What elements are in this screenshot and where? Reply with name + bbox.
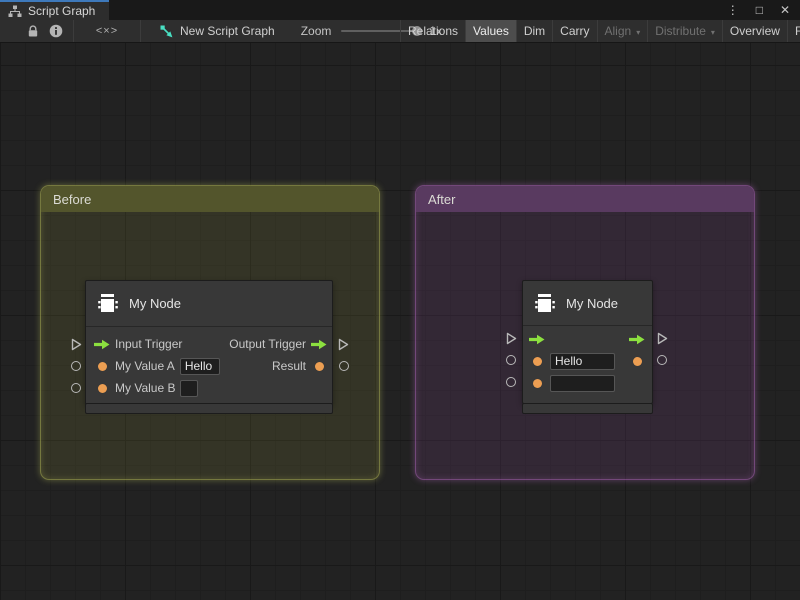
external-control-output-port-icon[interactable] — [656, 332, 668, 350]
node-header[interactable]: My Node — [523, 281, 652, 326]
toolbar-buttons: Relations Values Dim Carry Align▾ Distri… — [400, 20, 800, 42]
control-input-port-icon[interactable] — [94, 339, 110, 350]
value-a-port-row — [523, 350, 652, 372]
zoom-label: Zoom — [301, 24, 332, 38]
carry-button[interactable]: Carry — [552, 20, 596, 42]
control-input-port-icon[interactable] — [529, 334, 545, 345]
value-b-field[interactable] — [180, 380, 198, 397]
maximize-icon[interactable]: □ — [756, 4, 763, 16]
result-label: Result — [272, 359, 306, 373]
external-control-input-port-icon[interactable] — [505, 332, 517, 350]
relations-button[interactable]: Relations — [400, 20, 465, 42]
value-input-port-icon[interactable] — [529, 379, 545, 388]
external-value-input-port-icon[interactable] — [71, 361, 81, 371]
group-after-title: After — [428, 192, 455, 207]
chevron-down-icon: ▾ — [636, 28, 640, 37]
window-controls: ⋮ □ ✕ — [727, 0, 800, 20]
close-icon[interactable]: ✕ — [780, 4, 790, 16]
unit-icon — [533, 293, 557, 314]
fullscreen-button[interactable]: Full Screen — [787, 20, 800, 42]
node-my-node-after[interactable]: My Node — [522, 280, 653, 404]
value-input-port-icon[interactable] — [529, 357, 545, 366]
node-body: Input Trigger Output Trigger My Value A … — [86, 327, 332, 404]
graph-hierarchy-icon — [8, 5, 22, 18]
value-input-port-icon[interactable] — [94, 362, 110, 371]
output-trigger-label: Output Trigger — [229, 337, 306, 351]
trigger-port-row — [523, 328, 652, 350]
value-a-field[interactable] — [550, 353, 615, 370]
chevron-down-icon: ▾ — [711, 28, 715, 37]
value-output-port-icon[interactable] — [311, 362, 327, 371]
code-view-toggle[interactable]: <×> — [84, 25, 130, 37]
node-header[interactable]: My Node — [86, 281, 332, 327]
values-button[interactable]: Values — [465, 20, 516, 42]
distribute-dropdown[interactable]: Distribute▾ — [647, 20, 722, 42]
external-value-input-port-icon[interactable] — [506, 377, 516, 387]
toolbar-separator — [140, 20, 141, 42]
toolbar-separator — [73, 20, 74, 42]
trigger-port-row: Input Trigger Output Trigger — [86, 333, 332, 355]
tab-script-graph[interactable]: Script Graph — [0, 0, 109, 20]
group-before-header[interactable]: Before — [41, 186, 379, 212]
graph-toolbar: <×> New Script Graph Zoom 1x Relations V… — [0, 20, 800, 43]
value-output-port-icon[interactable] — [629, 357, 645, 366]
value-input-port-icon[interactable] — [94, 384, 110, 393]
node-title: My Node — [129, 296, 181, 311]
external-value-input-port-icon[interactable] — [71, 383, 81, 393]
value-b-label: My Value B — [115, 381, 175, 395]
external-value-output-port-icon[interactable] — [657, 355, 667, 365]
external-control-input-port-icon[interactable] — [70, 338, 82, 356]
node-footer — [85, 403, 333, 414]
lock-icon[interactable] — [27, 25, 39, 38]
external-value-input-port-icon[interactable] — [506, 355, 516, 365]
info-icon[interactable] — [49, 24, 63, 38]
external-value-output-port-icon[interactable] — [339, 361, 349, 371]
node-body — [523, 326, 652, 403]
menu-icon[interactable]: ⋮ — [727, 4, 739, 16]
group-before-title: Before — [53, 192, 91, 207]
graph-canvas[interactable]: Before After My Node Input Trigger Outpu… — [0, 43, 800, 600]
node-my-node-before[interactable]: My Node Input Trigger Output Trigger My … — [85, 280, 333, 405]
control-output-port-icon[interactable] — [311, 339, 327, 350]
dim-button[interactable]: Dim — [516, 20, 552, 42]
graph-name-label[interactable]: New Script Graph — [180, 24, 275, 38]
value-a-label: My Value A — [115, 359, 175, 373]
value-b-field[interactable] — [550, 375, 615, 392]
value-a-port-row: My Value A Result — [86, 355, 332, 377]
value-a-field[interactable] — [180, 358, 220, 375]
node-footer — [522, 403, 653, 414]
align-dropdown[interactable]: Align▾ — [597, 20, 648, 42]
unit-icon — [96, 293, 120, 314]
tab-title: Script Graph — [28, 4, 95, 18]
group-after-header[interactable]: After — [416, 186, 754, 212]
value-b-port-row — [523, 372, 652, 394]
overview-button[interactable]: Overview — [722, 20, 787, 42]
external-control-output-port-icon[interactable] — [337, 338, 349, 356]
script-graph-asset-icon — [160, 25, 173, 38]
control-output-port-icon[interactable] — [629, 334, 645, 345]
value-b-port-row: My Value B — [86, 377, 332, 399]
node-title: My Node — [566, 296, 618, 311]
tab-bar: Script Graph ⋮ □ ✕ — [0, 0, 800, 20]
input-trigger-label: Input Trigger — [115, 337, 182, 351]
